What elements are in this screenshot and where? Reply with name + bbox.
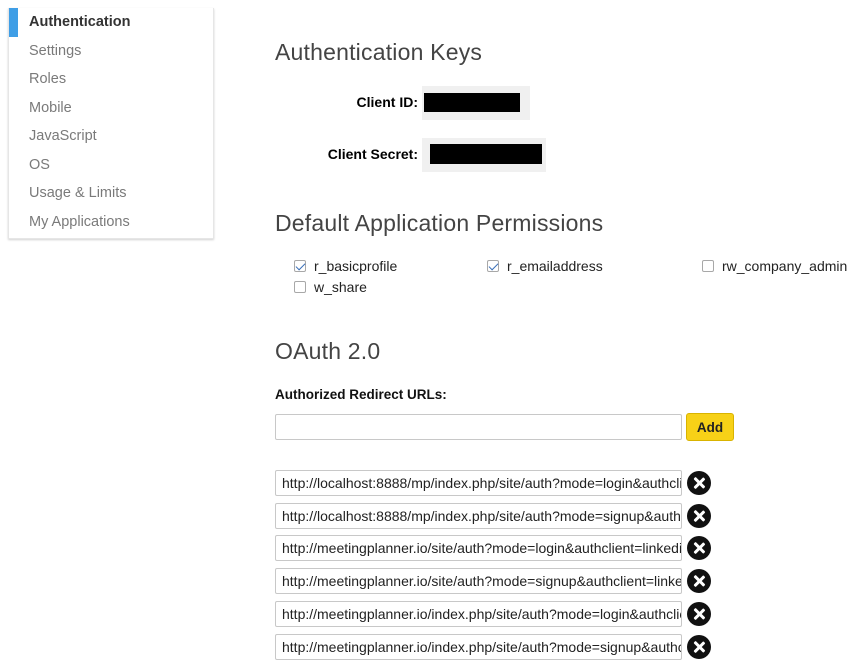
redirect-url-field[interactable]: http://localhost:8888/mp/index.php/site/… bbox=[275, 470, 682, 496]
client-id-label: Client ID: bbox=[356, 94, 418, 110]
permission-label: r_basicprofile bbox=[314, 258, 398, 274]
sidebar-item-mobile[interactable]: Mobile bbox=[9, 94, 213, 123]
permission-r-basicprofile[interactable]: r_basicprofile bbox=[294, 258, 397, 274]
redirect-url-row: http://localhost:8888/mp/index.php/site/… bbox=[275, 503, 715, 529]
permission-rw-company-admin[interactable]: rw_company_admin bbox=[702, 258, 847, 274]
permission-label: rw_company_admin bbox=[722, 258, 848, 274]
checkbox-r-basicprofile[interactable] bbox=[294, 260, 306, 272]
client-id-redaction bbox=[424, 93, 520, 112]
remove-url-icon[interactable] bbox=[687, 471, 711, 495]
redirect-url-field[interactable]: http://meetingplanner.io/site/auth?mode=… bbox=[275, 568, 682, 594]
redirect-url-field[interactable]: http://meetingplanner.io/index.php/site/… bbox=[275, 634, 682, 660]
sidebar-item-os[interactable]: OS bbox=[9, 151, 213, 180]
permissions-title: Default Application Permissions bbox=[275, 210, 604, 236]
redirect-url-row: http://meetingplanner.io/site/auth?mode=… bbox=[275, 568, 715, 594]
client-id-value bbox=[422, 86, 530, 120]
checkbox-w-share[interactable] bbox=[294, 281, 306, 293]
permission-label: w_share bbox=[314, 279, 367, 295]
oauth-title: OAuth 2.0 bbox=[275, 338, 381, 364]
remove-url-icon[interactable] bbox=[687, 536, 711, 560]
sidebar-item-my-applications[interactable]: My Applications bbox=[9, 208, 213, 237]
sidebar-item-roles[interactable]: Roles bbox=[9, 65, 213, 94]
sidebar-item-usage-limits[interactable]: Usage & Limits bbox=[9, 179, 213, 208]
sidebar-nav: Authentication Settings Roles Mobile Jav… bbox=[8, 8, 214, 239]
redirect-url-row: http://meetingplanner.io/index.php/site/… bbox=[275, 601, 715, 627]
redirect-url-field[interactable]: http://meetingplanner.io/site/auth?mode=… bbox=[275, 535, 682, 561]
sidebar-item-javascript[interactable]: JavaScript bbox=[9, 122, 213, 151]
remove-url-icon[interactable] bbox=[687, 635, 711, 659]
permission-label: r_emailaddress bbox=[507, 258, 603, 274]
redirect-url-input[interactable] bbox=[275, 414, 682, 440]
checkbox-r-emailaddress[interactable] bbox=[487, 260, 499, 272]
client-secret-value bbox=[422, 138, 546, 172]
remove-url-icon[interactable] bbox=[687, 504, 711, 528]
app-page: Authentication Settings Roles Mobile Jav… bbox=[0, 0, 850, 666]
redirect-url-field[interactable]: http://localhost:8888/mp/index.php/site/… bbox=[275, 503, 682, 529]
remove-url-icon[interactable] bbox=[687, 602, 711, 626]
redirect-urls-label: Authorized Redirect URLs: bbox=[275, 387, 447, 402]
checkbox-rw-company-admin[interactable] bbox=[702, 260, 714, 272]
client-secret-label: Client Secret: bbox=[327, 146, 418, 162]
permission-r-emailaddress[interactable]: r_emailaddress bbox=[487, 258, 603, 274]
sidebar-item-authentication[interactable]: Authentication bbox=[9, 8, 213, 37]
auth-keys-title: Authentication Keys bbox=[275, 39, 483, 65]
redirect-url-row: http://meetingplanner.io/site/auth?mode=… bbox=[275, 535, 715, 561]
client-secret-redaction bbox=[430, 144, 542, 164]
sidebar-item-settings[interactable]: Settings bbox=[9, 37, 213, 66]
remove-url-icon[interactable] bbox=[687, 569, 711, 593]
redirect-url-row: http://localhost:8888/mp/index.php/site/… bbox=[275, 470, 715, 496]
permission-w-share[interactable]: w_share bbox=[294, 279, 367, 295]
add-button[interactable]: Add bbox=[686, 413, 734, 441]
redirect-url-row: http://meetingplanner.io/index.php/site/… bbox=[275, 634, 715, 660]
redirect-url-field[interactable]: http://meetingplanner.io/index.php/site/… bbox=[275, 601, 682, 627]
